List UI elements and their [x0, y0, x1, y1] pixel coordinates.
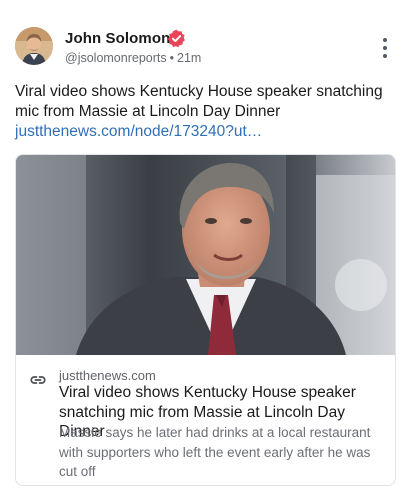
post-header: John Solomon @jsolomonreports • 21m	[0, 0, 412, 72]
avatar-photo-icon	[15, 27, 53, 65]
meta-separator: •	[169, 51, 175, 65]
link-preview-description: Massie says he later had drinks at a loc…	[59, 425, 371, 479]
link-preview-domain: justthenews.com	[59, 368, 156, 383]
post-text: Viral video shows Kentucky House speaker…	[15, 83, 383, 120]
post-timestamp[interactable]: 21m	[177, 51, 201, 65]
post-link[interactable]: justthenews.com/node/173240?ut…	[15, 122, 262, 141]
more-options-icon[interactable]	[374, 36, 396, 60]
link-preview-image[interactable]	[16, 155, 395, 355]
author-avatar[interactable]	[15, 27, 53, 65]
link-icon	[30, 376, 46, 384]
post-meta: @jsolomonreports • 21m	[65, 51, 201, 65]
verified-badge-icon	[167, 29, 185, 48]
author-name[interactable]: John Solomon	[65, 30, 170, 47]
news-photo-icon	[16, 155, 395, 355]
link-preview-card[interactable]: justthenews.com Viral video shows Kentuc…	[15, 154, 396, 486]
author-handle[interactable]: @jsolomonreports	[65, 51, 167, 65]
link-preview-body[interactable]: justthenews.com Viral video shows Kentuc…	[16, 355, 395, 485]
